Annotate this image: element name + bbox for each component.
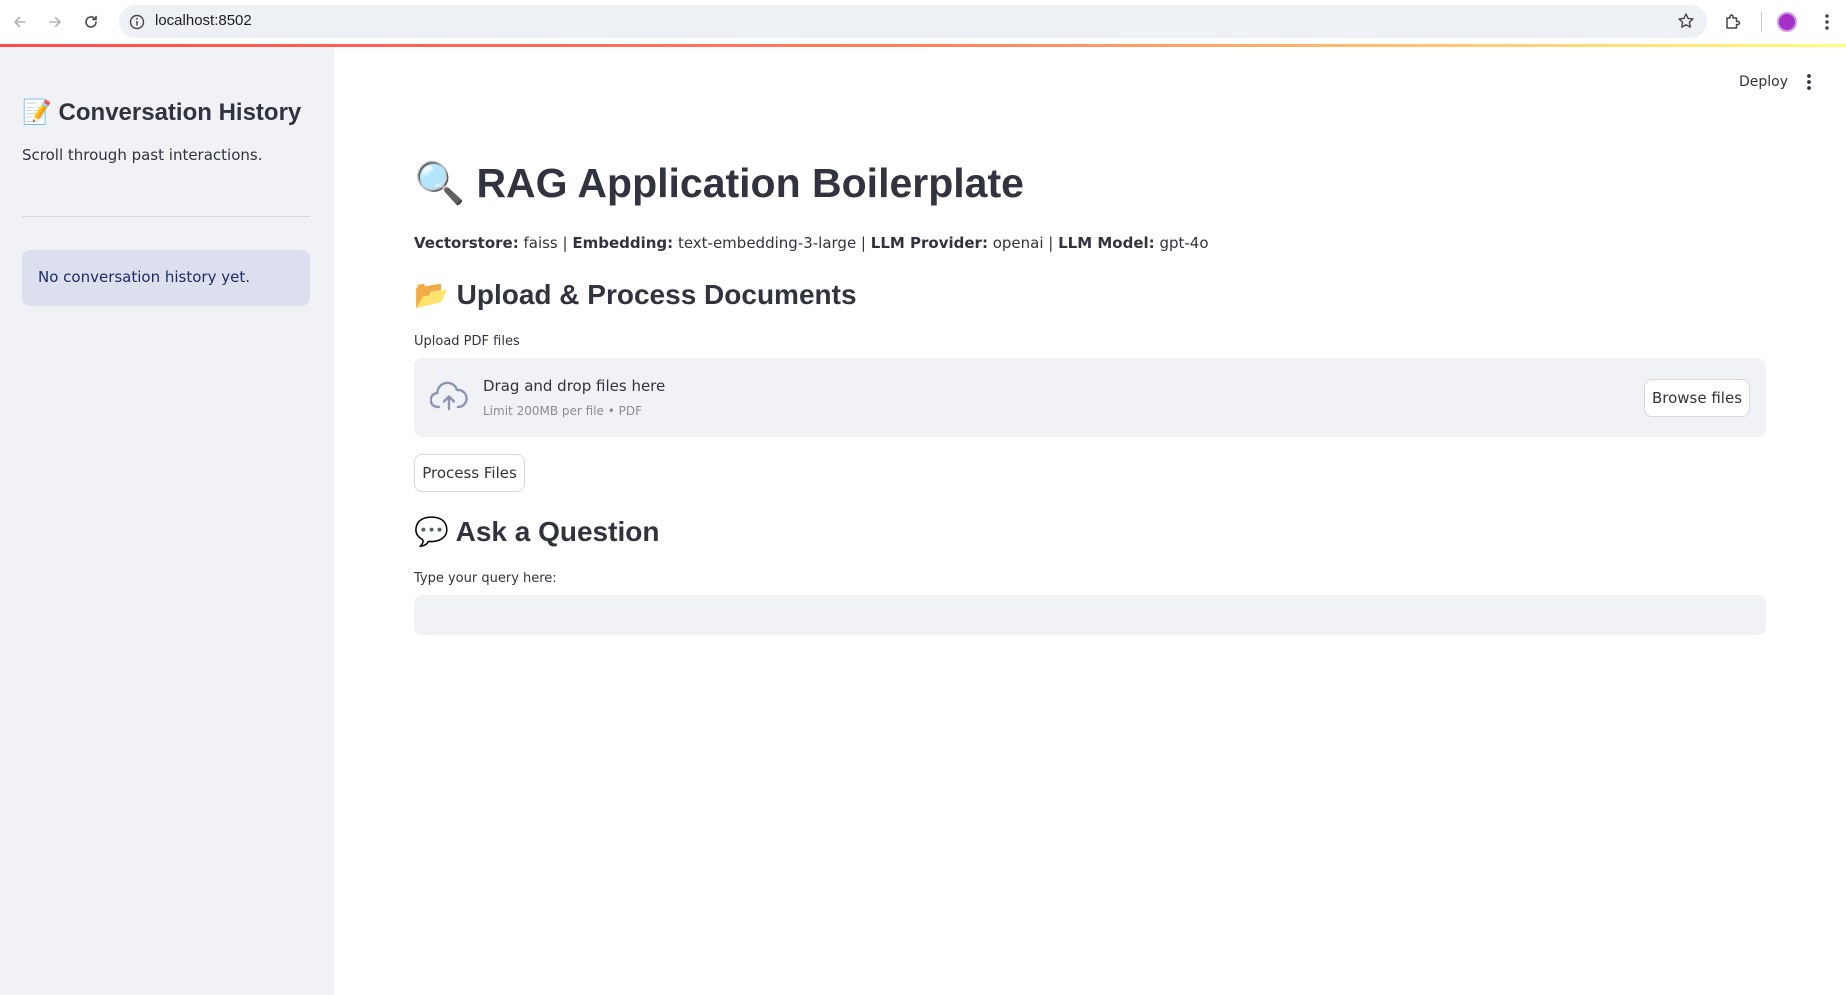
provider-label: LLM Provider: bbox=[870, 234, 988, 252]
vectorstore-value: faiss | bbox=[518, 234, 573, 252]
page-title: 🔍 RAG Application Boilerplate bbox=[414, 160, 1024, 206]
url-text[interactable]: localhost:8502 bbox=[155, 12, 252, 29]
file-dropzone[interactable]: Drag and drop files here Limit 200MB per… bbox=[414, 358, 1766, 437]
sidebar bbox=[0, 47, 334, 995]
query-label: Type your query here: bbox=[414, 571, 557, 586]
dropzone-title: Drag and drop files here bbox=[483, 377, 666, 395]
chrome-menu-icon[interactable] bbox=[1818, 12, 1836, 32]
config-summary: Vectorstore: faiss | Embedding: text-emb… bbox=[414, 234, 1209, 252]
reload-icon[interactable] bbox=[79, 10, 103, 34]
model-value: gpt-4o bbox=[1154, 234, 1209, 252]
history-info-text: No conversation history yet. bbox=[38, 268, 250, 286]
model-label: LLM Model: bbox=[1058, 234, 1155, 252]
browser-toolbar: localhost:8502 bbox=[0, 0, 1846, 44]
deploy-button[interactable]: Deploy bbox=[1739, 74, 1788, 90]
sidebar-divider bbox=[22, 216, 310, 217]
streamlit-menu-icon[interactable] bbox=[1802, 72, 1816, 92]
forward-arrow-icon[interactable] bbox=[43, 10, 67, 34]
back-arrow-icon[interactable] bbox=[8, 10, 32, 34]
upload-label: Upload PDF files bbox=[414, 334, 520, 349]
address-bar[interactable]: localhost:8502 bbox=[119, 5, 1707, 38]
sidebar-title: 📝 Conversation History bbox=[22, 99, 302, 126]
process-files-button[interactable]: Process Files bbox=[414, 454, 525, 492]
browse-files-button[interactable]: Browse files bbox=[1644, 379, 1750, 417]
bookmark-star-icon[interactable] bbox=[1677, 12, 1695, 30]
query-input[interactable] bbox=[414, 595, 1766, 635]
vectorstore-label: Vectorstore: bbox=[414, 234, 519, 252]
site-info-icon[interactable] bbox=[129, 14, 145, 30]
cloud-upload-icon bbox=[430, 381, 468, 411]
toolbar-divider bbox=[1761, 12, 1762, 32]
history-info-box: No conversation history yet. bbox=[22, 250, 310, 306]
profile-avatar[interactable] bbox=[1777, 12, 1797, 32]
provider-value: openai | bbox=[987, 234, 1059, 252]
extensions-icon[interactable] bbox=[1723, 12, 1743, 32]
ask-heading: 💬 Ask a Question bbox=[414, 516, 660, 547]
dropzone-limit: Limit 200MB per file • PDF bbox=[483, 404, 642, 418]
embedding-label: Embedding: bbox=[572, 234, 674, 252]
sidebar-subtitle: Scroll through past interactions. bbox=[22, 146, 263, 164]
embedding-value: text-embedding-3-large | bbox=[673, 234, 871, 252]
upload-heading: 📂 Upload & Process Documents bbox=[414, 279, 857, 310]
